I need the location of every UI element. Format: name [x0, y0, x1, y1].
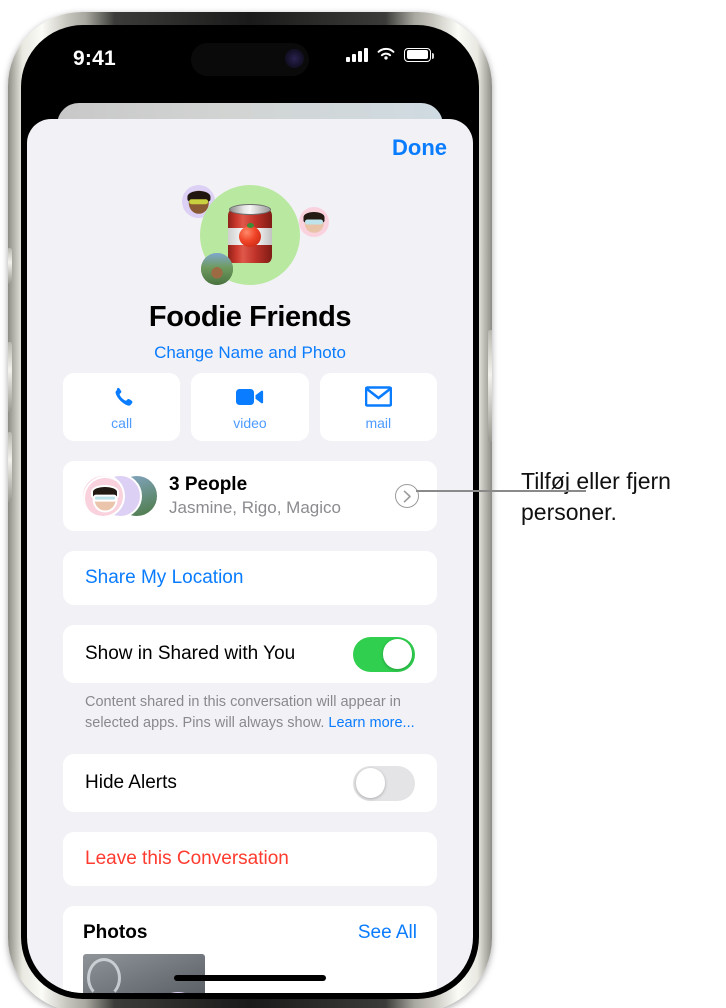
call-button[interactable]: call [63, 373, 181, 441]
device-bezel: 9:41 Done Foodie Friends Change Name and… [21, 25, 479, 999]
phone-icon [110, 384, 134, 410]
show-in-shared-with-you-row: Show in Shared with You [63, 625, 437, 683]
power-button[interactable] [488, 330, 492, 442]
share-my-location-row[interactable]: Share My Location [63, 551, 437, 605]
people-card: 3 People Jasmine, Rigo, Magico [63, 461, 437, 531]
device-screen: 9:41 Done Foodie Friends Change Name and… [27, 31, 473, 993]
shared-with-you-footnote: Content shared in this conversation will… [63, 683, 437, 734]
hide-alerts-row: Hide Alerts [63, 754, 437, 812]
tomato-can-icon [228, 204, 272, 266]
people-count: 3 People [169, 474, 248, 495]
people-text: 3 People Jasmine, Rigo, Magico [169, 474, 341, 518]
status-bar-time: 9:41 [73, 47, 116, 70]
member-avatar-memoji-pink [299, 207, 329, 237]
group-name: Foodie Friends [148, 301, 352, 333]
hide-alerts-label: Hide Alerts [85, 772, 177, 794]
status-bar-indicators [346, 47, 435, 62]
cellular-signal-icon [346, 47, 368, 62]
video-button-label: video [233, 414, 267, 431]
envelope-icon [364, 384, 392, 410]
iphone-device-frame: 9:41 Done Foodie Friends Change Name and… [8, 12, 492, 1008]
see-all-photos-link[interactable]: See All [358, 922, 417, 944]
photo-sender-avatar [153, 992, 203, 993]
learn-more-link[interactable]: Learn more... [328, 715, 414, 731]
photos-header: Photos See All [63, 906, 437, 954]
screenshot-stage: 9:41 Done Foodie Friends Change Name and… [0, 0, 726, 1008]
call-button-label: call [111, 414, 133, 431]
mail-button-label: mail [365, 414, 392, 431]
callout-leader-line [416, 490, 586, 492]
done-button[interactable]: Done [392, 135, 447, 161]
group-header: Foodie Friends Change Name and Photo [27, 181, 473, 362]
stack-avatar-memoji-pink [81, 474, 125, 518]
shared-with-you-card: Show in Shared with You [63, 625, 437, 683]
battery-icon [404, 47, 435, 62]
status-bar: 9:41 [27, 31, 473, 89]
member-avatar-stack [81, 474, 159, 518]
group-details-sheet: Done Foodie Friends Change Name and Phot… [27, 119, 473, 993]
sheet-header: Done [27, 119, 473, 181]
hide-alerts-toggle[interactable] [353, 765, 415, 801]
photo-thumbnail[interactable] [83, 954, 205, 993]
video-camera-icon [235, 384, 264, 410]
front-camera-icon [285, 49, 304, 68]
volume-up-button[interactable] [8, 342, 12, 412]
toggle-knob [355, 768, 386, 798]
volume-down-button[interactable] [8, 432, 12, 502]
share-location-card: Share My Location [63, 551, 437, 605]
chevron-right-circle-icon[interactable] [395, 484, 419, 508]
people-names: Jasmine, Rigo, Magico [169, 498, 341, 517]
photos-strip [63, 954, 437, 993]
mail-button[interactable]: mail [319, 373, 437, 441]
show-in-shared-with-you-toggle[interactable] [353, 636, 415, 672]
people-row[interactable]: 3 People Jasmine, Rigo, Magico [63, 461, 437, 531]
toggle-knob [382, 639, 413, 669]
change-name-and-photo-link[interactable]: Change Name and Photo [27, 343, 473, 363]
show-in-shared-with-you-label: Show in Shared with You [85, 643, 296, 664]
photos-title: Photos [83, 922, 148, 944]
home-indicator[interactable] [174, 975, 326, 981]
wifi-icon [377, 47, 395, 60]
leave-this-conversation-row[interactable]: Leave this Conversation [63, 832, 437, 886]
member-avatar-photo [201, 253, 233, 285]
callout-label: Tilføj eller fjern personer. [521, 468, 671, 525]
hide-alerts-card: Hide Alerts [63, 754, 437, 813]
video-button[interactable]: video [191, 373, 309, 441]
group-avatar-cluster [27, 181, 473, 299]
mute-switch-button[interactable] [8, 248, 12, 284]
quick-actions-row: call video mail [63, 373, 437, 441]
sheet-content: call video mail 3 People Jasmine, Rigo, … [27, 373, 473, 993]
leave-conversation-card: Leave this Conversation [63, 832, 437, 887]
glass-decor [87, 958, 121, 993]
